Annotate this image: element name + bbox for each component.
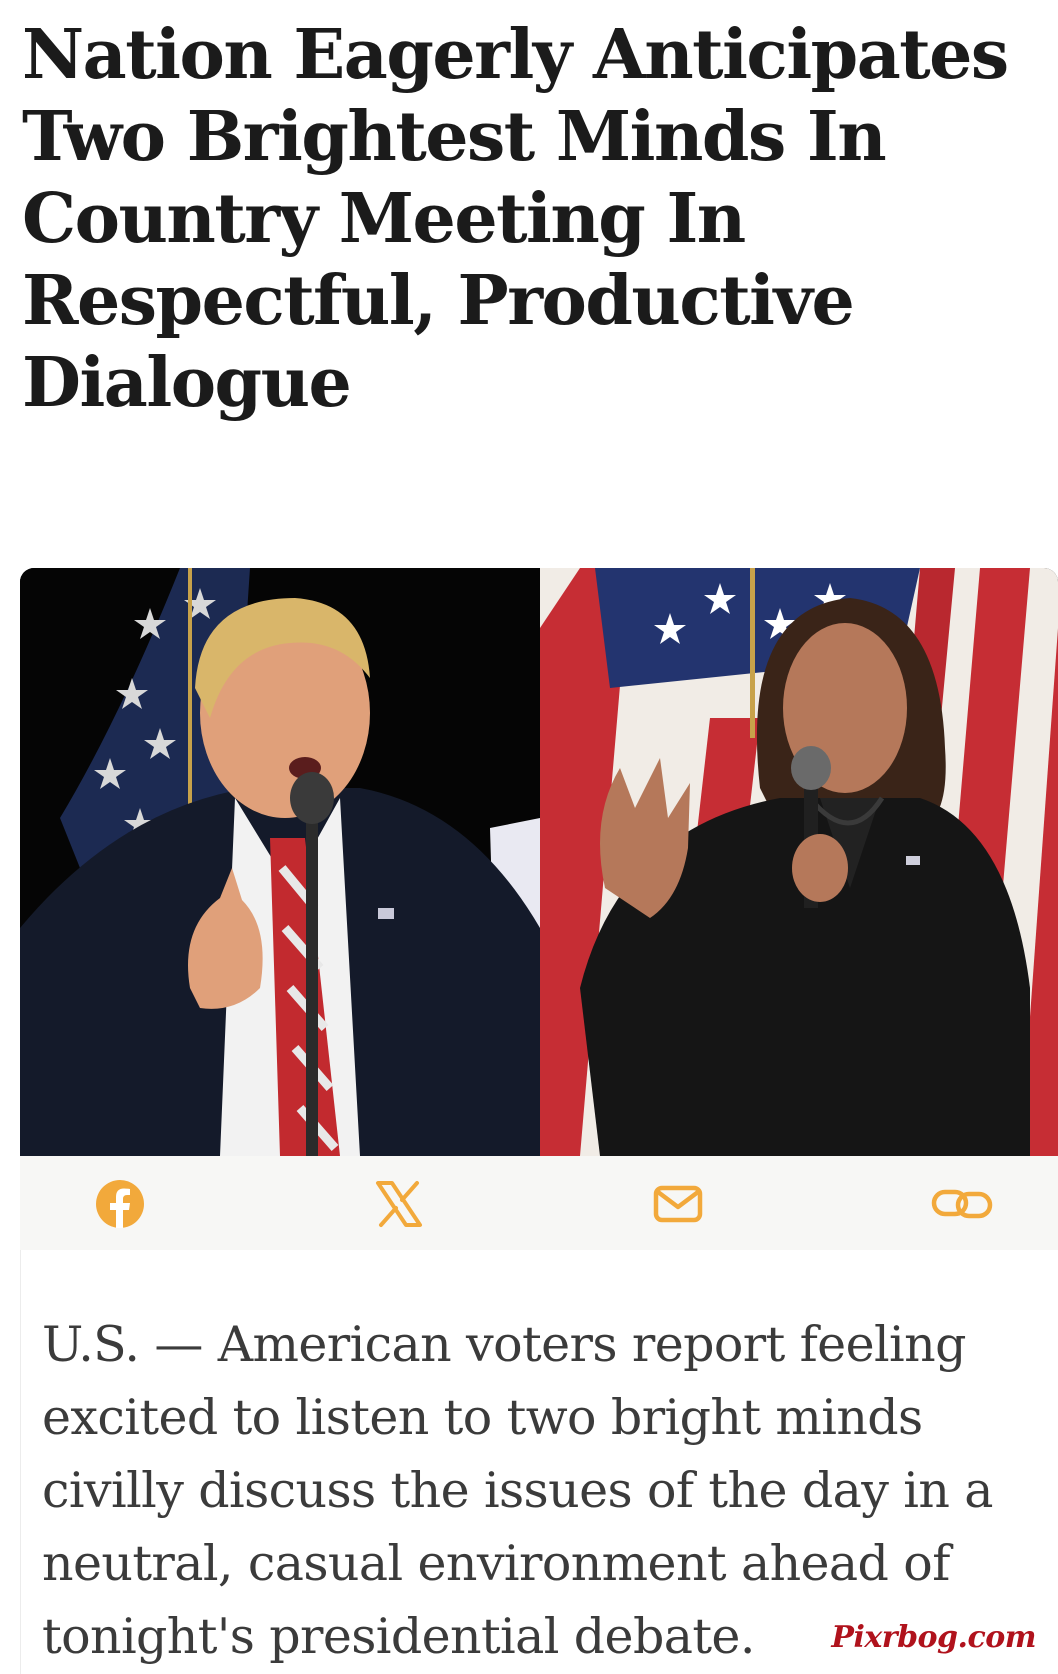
share-email-button[interactable] [652, 1178, 704, 1230]
article-headline: Nation Eagerly Anticipates Two Brightest… [22, 15, 1009, 423]
watermark: Pixrbog.com [831, 1620, 1036, 1655]
facebook-icon [96, 1180, 144, 1228]
share-link-button[interactable] [930, 1178, 994, 1230]
left-speaker-photo [20, 568, 540, 1156]
share-bar [20, 1156, 1058, 1250]
share-facebook-button[interactable] [94, 1178, 146, 1230]
hero-image [20, 568, 1058, 1156]
right-speaker-photo [540, 568, 1058, 1156]
article-body: U.S. — American voters report feeling ex… [42, 1316, 993, 1665]
link-icon [931, 1189, 993, 1219]
share-x-button[interactable] [373, 1178, 425, 1230]
mail-icon [653, 1185, 703, 1223]
x-icon [376, 1181, 422, 1227]
